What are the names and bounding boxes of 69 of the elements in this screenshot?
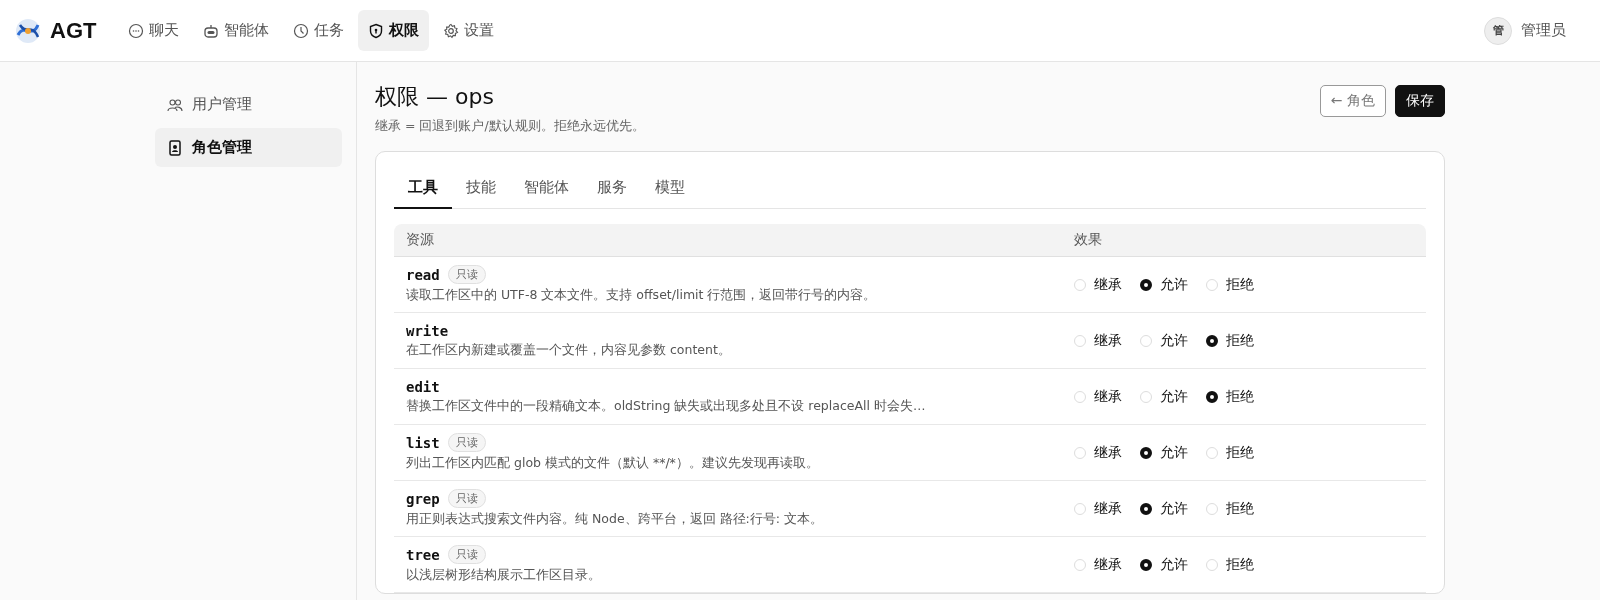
gear-icon xyxy=(443,22,460,39)
resource-name: tree xyxy=(406,546,440,563)
sidebar-item[interactable]: 用户管理 xyxy=(155,85,342,124)
back-button[interactable]: ← 角色 xyxy=(1319,85,1386,117)
nav-tab[interactable]: 聊天 xyxy=(118,10,190,51)
readonly-tag: 只读 xyxy=(447,265,486,284)
chat-bubble-icon xyxy=(128,22,145,39)
tab[interactable]: 服务 xyxy=(583,170,641,209)
brand-name: AGT xyxy=(50,17,97,44)
save-button[interactable]: 保存 xyxy=(1395,85,1445,117)
radio-button[interactable] xyxy=(1140,278,1152,291)
resource-name: read xyxy=(406,266,440,283)
radio-option[interactable]: 拒绝 xyxy=(1206,443,1254,462)
column-header: 资源 xyxy=(406,231,435,249)
radio-option[interactable]: 拒绝 xyxy=(1206,555,1254,574)
tab[interactable]: 工具 xyxy=(394,170,452,209)
robot-icon xyxy=(203,22,220,39)
sidebar-item[interactable]: 角色管理 xyxy=(155,128,342,167)
nav-tab[interactable]: 任务 xyxy=(283,10,355,51)
radio-option[interactable]: 继承 xyxy=(1074,499,1122,518)
resource-name: edit xyxy=(406,378,440,395)
radio-option[interactable]: 拒绝 xyxy=(1206,499,1254,518)
resource-description: 以浅层树形结构展示工作区目录。 xyxy=(406,567,602,584)
tab[interactable]: 智能体 xyxy=(510,170,583,209)
radio-option[interactable]: 允许 xyxy=(1140,555,1188,574)
radio-option[interactable]: 允许 xyxy=(1140,275,1188,294)
readonly-tag: 只读 xyxy=(447,489,486,508)
user-avatar[interactable]: 管 xyxy=(1484,16,1512,45)
nav-tab[interactable]: 设置 xyxy=(433,10,505,51)
radio-button[interactable] xyxy=(1206,334,1218,347)
radio-option[interactable]: 继承 xyxy=(1074,555,1122,574)
page-title: 权限 — ops xyxy=(375,83,495,111)
radio-option[interactable]: 允许 xyxy=(1140,331,1188,350)
radio-option[interactable]: 允许 xyxy=(1140,443,1188,462)
radio-option[interactable]: 继承 xyxy=(1074,275,1122,294)
logo-icon xyxy=(14,16,42,45)
resource-description: 用正则表达式搜索文件内容。纯 Node、跨平台，返回 路径:行号: 文本。 xyxy=(406,511,824,528)
radio-option[interactable]: 继承 xyxy=(1074,443,1122,462)
users-icon xyxy=(167,96,183,113)
resource-name: list xyxy=(406,434,440,451)
user-name[interactable]: 管理员 xyxy=(1521,21,1566,40)
radio-option[interactable]: 拒绝 xyxy=(1206,387,1254,406)
resource-description: 在工作区内新建或覆盖一个文件，内容见参数 content。 xyxy=(406,341,732,359)
radio-button[interactable] xyxy=(1206,390,1218,403)
page-subtitle: 继承 = 回退到账户/默认规则。拒绝永远优先。 xyxy=(375,118,645,135)
radio-option[interactable]: 继承 xyxy=(1074,387,1122,406)
nav-tab[interactable]: 智能体 xyxy=(193,10,280,51)
radio-button[interactable] xyxy=(1140,558,1152,571)
radio-option[interactable]: 继承 xyxy=(1074,331,1122,350)
tab[interactable]: 模型 xyxy=(641,170,699,209)
radio-option[interactable]: 拒绝 xyxy=(1206,331,1254,350)
tab[interactable]: 技能 xyxy=(452,170,510,209)
resource-name: grep xyxy=(406,490,440,507)
resource-name: write xyxy=(406,322,449,339)
clock-icon xyxy=(293,22,310,39)
radio-button[interactable] xyxy=(1140,502,1152,515)
shield-icon xyxy=(368,22,385,39)
column-header: 效果 xyxy=(1074,231,1103,249)
radio-button[interactable] xyxy=(1140,446,1152,459)
radio-option[interactable]: 拒绝 xyxy=(1206,275,1254,294)
resource-description: 读取工作区中的 UTF-8 文本文件。支持 offset/limit 行范围，返回带行号的内容。 xyxy=(406,287,878,304)
readonly-tag: 只读 xyxy=(447,545,486,564)
resource-description: 列出工作区内匹配 glob 模式的文件（默认 **/*）。建议先发现再读取。 xyxy=(406,455,820,472)
radio-option[interactable]: 允许 xyxy=(1140,387,1188,406)
id-card-icon xyxy=(167,139,183,156)
resource-description: 替换工作区文件中的一段精确文本。oldString 缺失或出现多处且不设 replaceAll 时会失… xyxy=(406,397,927,415)
radio-option[interactable]: 允许 xyxy=(1140,499,1188,518)
nav-tab[interactable]: 权限 xyxy=(358,10,430,51)
readonly-tag: 只读 xyxy=(447,433,486,452)
